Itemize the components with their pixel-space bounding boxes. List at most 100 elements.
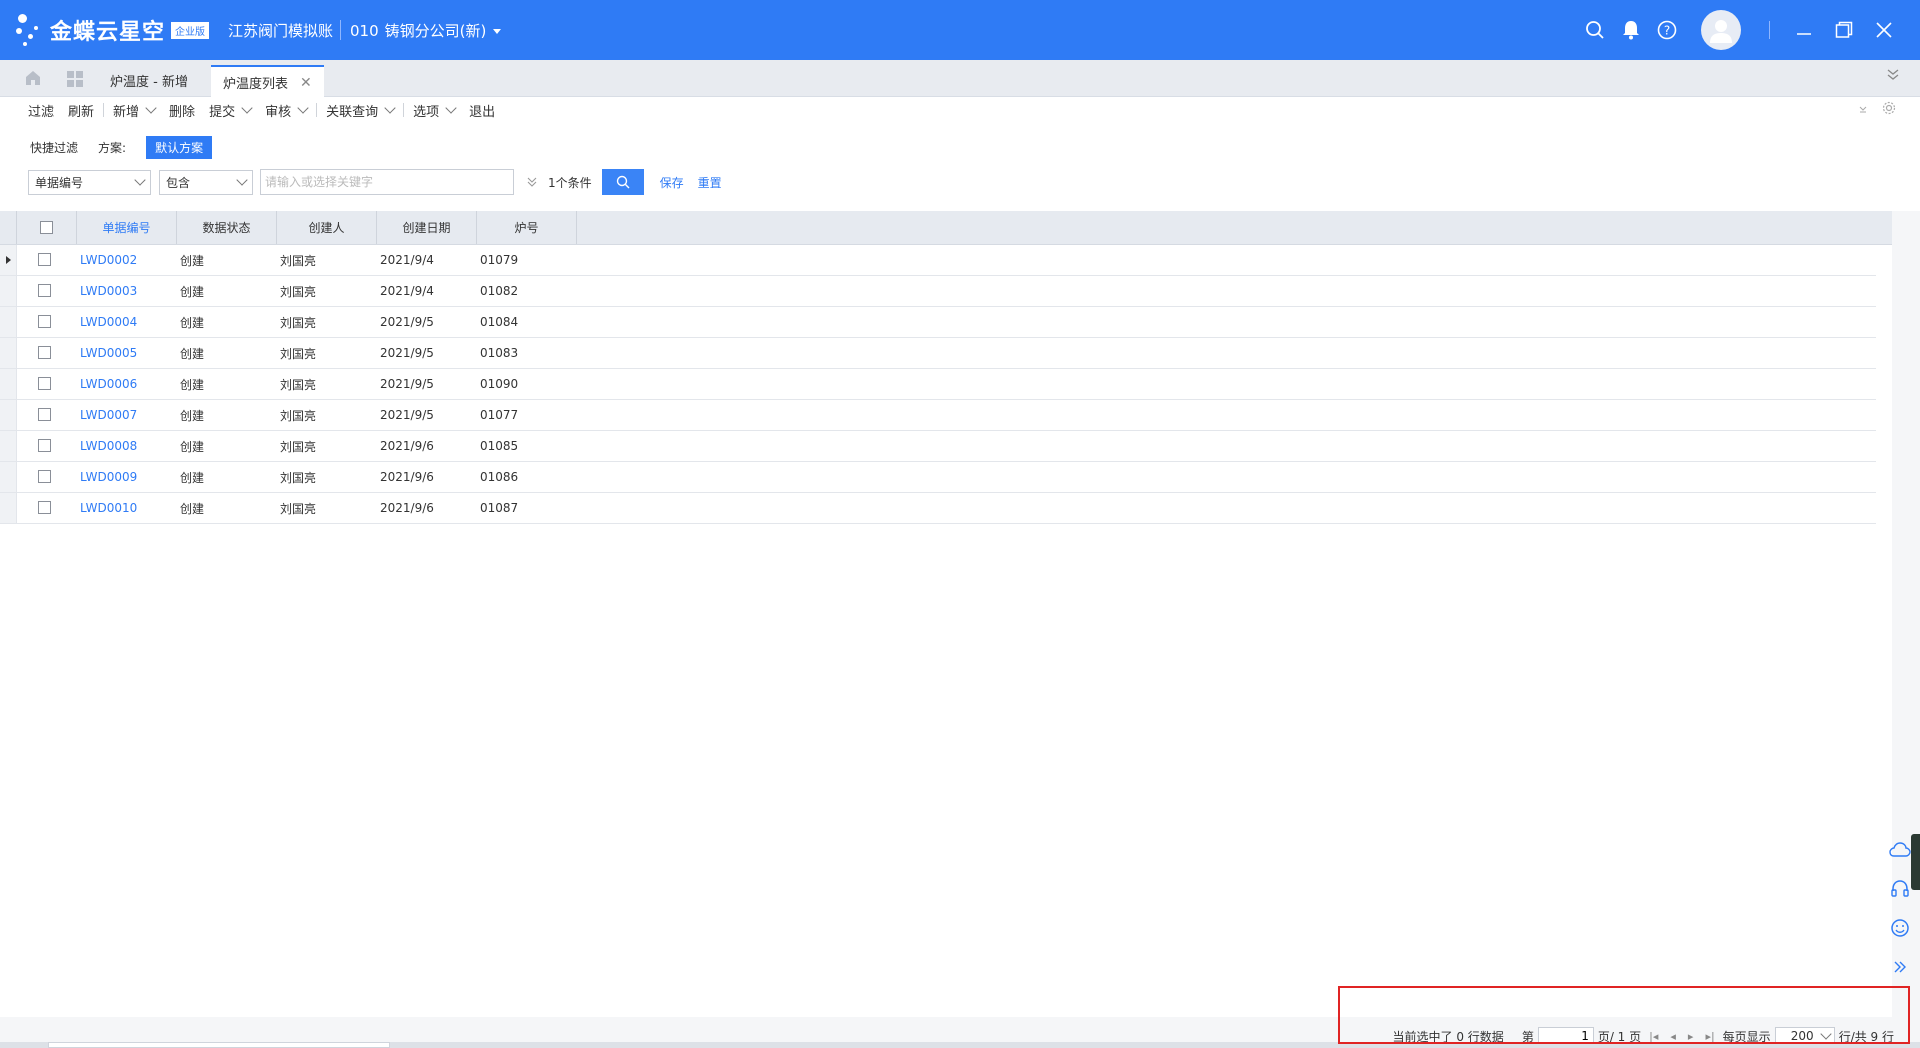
row-checkbox[interactable]	[38, 315, 51, 328]
field-select-value: 单据编号	[35, 175, 84, 190]
table-row[interactable]: LWD0006 创建 刘国亮 2021/9/5 01090	[0, 369, 1876, 400]
exit-button[interactable]: 退出	[462, 101, 502, 120]
bill-no-cell[interactable]: LWD0009	[80, 462, 137, 492]
row-checkbox[interactable]	[38, 470, 51, 483]
minimize-icon[interactable]	[1784, 12, 1824, 48]
row-checkbox[interactable]	[38, 253, 51, 266]
scrollbar-thumb[interactable]	[48, 1042, 390, 1048]
grid-header: 单据编号 数据状态 创建人 创建日期 炉号	[0, 211, 1892, 245]
delete-button[interactable]: 删除	[162, 101, 202, 120]
org-name: 铸钢分公司(新)	[384, 22, 487, 40]
bill-no-cell[interactable]: LWD0005	[80, 338, 137, 368]
toolbar: 过滤 刷新 新增 删除 提交 审核 关联查询 选项 退出	[0, 97, 1920, 123]
cloud-icon[interactable]	[1888, 838, 1912, 862]
furnace-no-cell: 01082	[480, 284, 519, 298]
expand-icon[interactable]	[1888, 955, 1912, 979]
search-button[interactable]	[601, 169, 644, 195]
table-row[interactable]: LWD0005 创建 刘国亮 2021/9/5 01083	[0, 338, 1876, 369]
tab-bar: 炉温度 - 新增 炉温度列表 ✕	[0, 60, 1920, 98]
bell-icon[interactable]	[1613, 12, 1649, 48]
create-date-cell: 2021/9/6	[380, 439, 434, 453]
collapse-icon[interactable]	[1858, 103, 1868, 113]
create-date-cell: 2021/9/6	[380, 470, 434, 484]
row-indicator[interactable]	[0, 276, 17, 306]
row-checkbox[interactable]	[38, 408, 51, 421]
table-row[interactable]: LWD0010 创建 刘国亮 2021/9/6 01087	[0, 493, 1876, 524]
field-select[interactable]: 单据编号	[28, 169, 151, 195]
headset-icon[interactable]	[1888, 877, 1912, 901]
audit-button[interactable]: 审核	[258, 101, 314, 120]
bill-no-cell[interactable]: LWD0003	[80, 276, 137, 306]
bill-no-cell[interactable]: LWD0006	[80, 369, 137, 399]
table-row[interactable]: LWD0004 创建 刘国亮 2021/9/5 01084	[0, 307, 1876, 338]
row-checkbox[interactable]	[38, 377, 51, 390]
column-header-bill-no[interactable]: 单据编号	[77, 211, 177, 244]
row-indicator[interactable]	[0, 400, 17, 430]
maximize-icon[interactable]	[1824, 12, 1864, 48]
furnace-no-cell: 01086	[480, 470, 519, 484]
row-indicator[interactable]	[0, 462, 17, 492]
row-checkbox[interactable]	[38, 439, 51, 452]
new-button[interactable]: 新增	[106, 101, 162, 120]
search-icon[interactable]	[1577, 12, 1613, 48]
tab-label: 炉温度 - 新增	[110, 75, 188, 90]
avatar-icon[interactable]	[1701, 10, 1741, 50]
column-header-create-date[interactable]: 创建日期	[377, 211, 477, 244]
table-row[interactable]: LWD0007 创建 刘国亮 2021/9/5 01077	[0, 400, 1876, 431]
close-icon[interactable]	[1864, 12, 1904, 48]
header-select-all[interactable]	[17, 211, 77, 244]
save-link[interactable]: 保存	[660, 174, 684, 191]
data-grid: 单据编号 数据状态 创建人 创建日期 炉号 LWD0002 创建 刘国亮 2021/9…	[0, 211, 1892, 1017]
create-date-cell: 2021/9/6	[380, 501, 434, 515]
keyword-input[interactable]	[260, 169, 514, 195]
bill-no-cell[interactable]: LWD0008	[80, 431, 137, 461]
filter-button[interactable]: 过滤	[21, 101, 61, 120]
row-checkbox[interactable]	[38, 501, 51, 514]
chevron-down-icon	[134, 174, 146, 186]
column-header-furnace-no[interactable]: 炉号	[477, 211, 577, 244]
table-row[interactable]: LWD0009 创建 刘国亮 2021/9/6 01086	[0, 462, 1876, 493]
double-chevron-down-icon[interactable]	[526, 176, 538, 188]
column-header-creator[interactable]: 创建人	[277, 211, 377, 244]
table-row[interactable]: LWD0002 创建 刘国亮 2021/9/4 01079	[0, 245, 1876, 276]
refresh-button[interactable]: 刷新	[61, 101, 101, 120]
settings-icon[interactable]	[1882, 101, 1896, 115]
submit-button[interactable]: 提交	[202, 101, 258, 120]
reset-link[interactable]: 重置	[698, 174, 722, 191]
row-indicator[interactable]	[0, 338, 17, 368]
tab-close-icon[interactable]: ✕	[300, 75, 312, 91]
org-selector[interactable]: 010 铸钢分公司(新)	[340, 20, 502, 41]
bill-no-cell[interactable]: LWD0002	[80, 245, 137, 275]
default-scheme-button[interactable]: 默认方案	[146, 136, 213, 159]
status-cell: 创建	[180, 377, 205, 392]
select-all-checkbox[interactable]	[40, 221, 53, 234]
row-indicator[interactable]	[0, 431, 17, 461]
creator-cell: 刘国亮	[280, 408, 317, 423]
bill-no-cell[interactable]: LWD0010	[80, 493, 137, 523]
chevron-down-icon	[241, 102, 253, 114]
grid-icon[interactable]	[66, 70, 84, 91]
smile-icon[interactable]	[1888, 916, 1912, 940]
bill-no-cell[interactable]: LWD0007	[80, 400, 137, 430]
related-query-button[interactable]: 关联查询	[319, 101, 401, 120]
tab-furnace-temp-list[interactable]: 炉温度列表 ✕	[211, 65, 324, 98]
row-indicator[interactable]	[0, 307, 17, 337]
table-row[interactable]: LWD0008 创建 刘国亮 2021/9/6 01085	[0, 431, 1876, 462]
condition-row: 单据编号 包含 1个条件 保存 重置	[28, 169, 722, 195]
help-icon[interactable]: ?	[1649, 12, 1685, 48]
row-checkbox[interactable]	[38, 284, 51, 297]
table-row[interactable]: LWD0003 创建 刘国亮 2021/9/4 01082	[0, 276, 1876, 307]
bill-no-cell[interactable]: LWD0004	[80, 307, 137, 337]
options-button[interactable]: 选项	[406, 101, 462, 120]
row-indicator[interactable]	[0, 493, 17, 523]
operator-select[interactable]: 包含	[159, 169, 253, 195]
row-checkbox[interactable]	[38, 346, 51, 359]
row-indicator[interactable]	[0, 369, 17, 399]
double-chevron-down-icon[interactable]	[1886, 68, 1900, 85]
kingdee-logo[interactable]: 金蝶云星空 企业版	[14, 12, 210, 48]
row-indicator[interactable]	[0, 245, 17, 275]
home-icon[interactable]	[24, 69, 42, 90]
column-header-status[interactable]: 数据状态	[177, 211, 277, 244]
tab-furnace-temp-new[interactable]: 炉温度 - 新增	[98, 65, 200, 96]
account-name[interactable]: 江苏阀门模拟账	[228, 20, 333, 41]
